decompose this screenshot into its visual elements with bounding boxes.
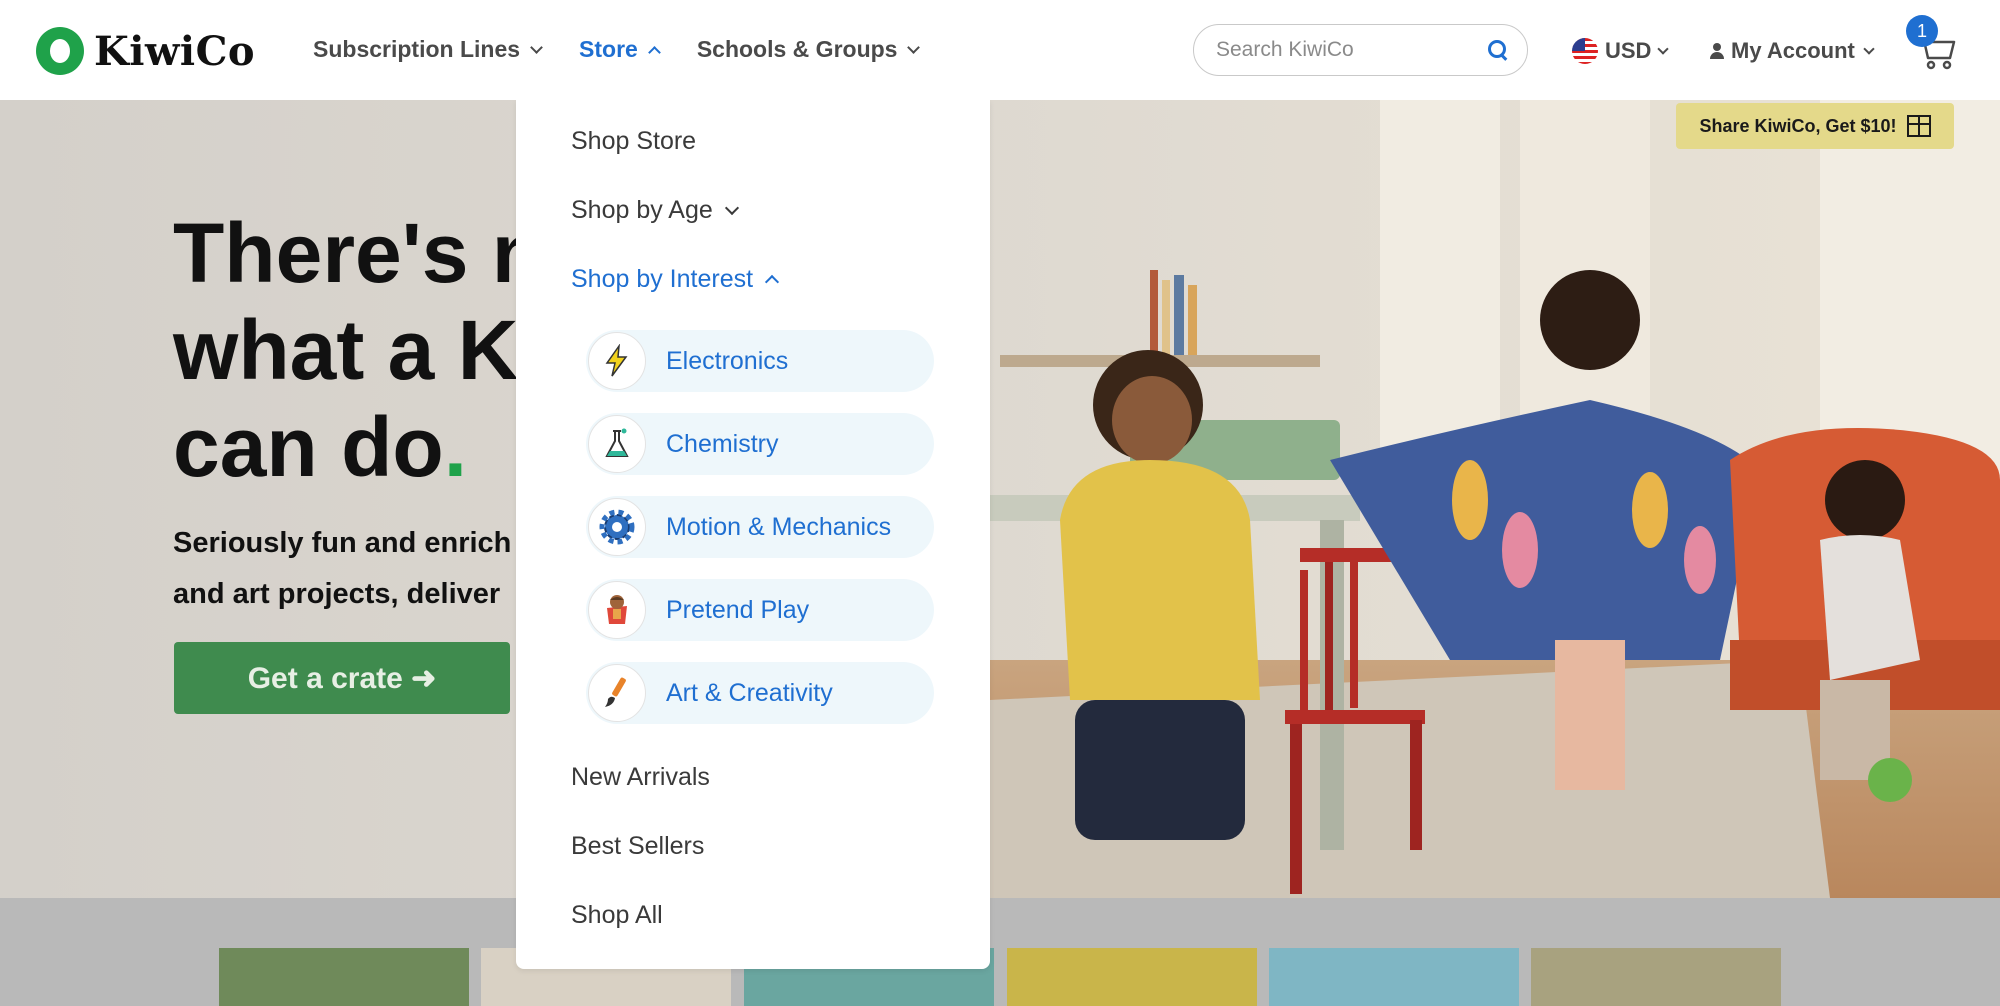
menu-item-label: New Arrivals <box>571 763 710 791</box>
category-tile[interactable] <box>219 948 469 1006</box>
gear-icon <box>588 498 646 556</box>
hero-subtitle-line: Seriously fun and enrich <box>173 527 512 559</box>
cart-count-badge: 1 <box>1906 15 1938 47</box>
hero-subtitle: Seriously fun and enrich and art project… <box>173 518 511 620</box>
menu-item-label: Shop by Age <box>571 196 713 224</box>
lightning-bolt-icon <box>588 332 646 390</box>
currency-selector[interactable]: USD <box>1572 38 1670 64</box>
nav-label: Store <box>579 36 638 62</box>
share-label: Share KiwiCo, Get $10! <box>1699 115 1897 136</box>
interest-chemistry[interactable]: Chemistry <box>586 413 934 475</box>
interest-label: Chemistry <box>666 429 779 458</box>
category-tile[interactable] <box>1007 948 1257 1006</box>
menu-item-best-sellers[interactable]: Best Sellers <box>571 832 704 861</box>
interest-motion-mechanics[interactable]: Motion & Mechanics <box>586 496 934 558</box>
menu-item-label: Shop All <box>571 901 663 929</box>
hero-subtitle-line: and art projects, deliver <box>173 578 501 610</box>
nav-label: Subscription Lines <box>313 36 521 62</box>
hero-heading-dot: . <box>443 400 468 494</box>
main-nav: Subscription Lines Store Schools & Group… <box>313 36 956 63</box>
nav-label: Schools & Groups <box>696 36 898 62</box>
interest-electronics[interactable]: Electronics <box>586 330 934 392</box>
category-tile[interactable] <box>1531 948 1781 1006</box>
menu-item-shop-by-age[interactable]: Shop by Age <box>571 196 739 225</box>
hero-section: There's no what a Ki can do. Seriously f… <box>0 100 2000 898</box>
menu-item-shop-all[interactable]: Shop All <box>571 901 663 930</box>
site-header: KiwiCo Subscription Lines Store Schools … <box>0 0 2000 100</box>
category-tiles-strip <box>0 898 2000 1006</box>
nav-store[interactable]: Store <box>579 36 661 63</box>
hero-heading-text: can do <box>173 400 444 494</box>
chevron-down-icon <box>1863 42 1875 55</box>
account-label: My Account <box>1731 38 1855 63</box>
chevron-down-icon <box>724 200 739 216</box>
interest-art-creativity[interactable]: Art & Creativity <box>586 662 934 724</box>
interest-label: Motion & Mechanics <box>666 512 892 541</box>
us-flag-icon <box>1572 38 1598 64</box>
paintbrush-icon <box>588 664 646 722</box>
category-tile[interactable] <box>1269 948 1519 1006</box>
interest-label: Art & Creativity <box>666 678 833 707</box>
menu-item-new-arrivals[interactable]: New Arrivals <box>571 763 710 792</box>
chevron-up-icon <box>764 274 780 290</box>
gift-icon <box>1906 115 1931 137</box>
menu-item-label: Shop Store <box>571 127 697 155</box>
chevron-up-icon <box>647 45 661 59</box>
my-account-menu[interactable]: My Account <box>1710 38 1875 64</box>
share-kiwico-banner[interactable]: Share KiwiCo, Get $10! <box>1676 103 1954 149</box>
superhero-kid-icon <box>588 581 646 639</box>
menu-item-label: Shop by Interest <box>571 265 754 293</box>
currency-label: USD <box>1605 38 1652 63</box>
chevron-down-icon <box>1657 42 1670 55</box>
get-a-crate-button[interactable]: Get a crate ➜ <box>174 642 510 714</box>
kiwi-logo-icon <box>36 27 84 75</box>
user-icon <box>1710 43 1724 59</box>
nav-schools-groups[interactable]: Schools & Groups <box>696 36 921 63</box>
chevron-down-icon <box>907 40 921 54</box>
nav-subscription-lines[interactable]: Subscription Lines <box>313 36 543 63</box>
interest-label: Pretend Play <box>666 595 810 624</box>
menu-item-shop-by-interest[interactable]: Shop by Interest <box>571 265 780 294</box>
interest-label: Electronics <box>666 346 789 375</box>
kiwico-logo[interactable]: KiwiCo <box>36 26 255 76</box>
menu-item-label: Best Sellers <box>571 832 705 860</box>
search-icon[interactable] <box>1487 39 1506 61</box>
chevron-down-icon <box>530 40 543 54</box>
interest-pretend-play[interactable]: Pretend Play <box>586 579 934 641</box>
search-box <box>1193 24 1528 76</box>
flask-icon <box>588 415 646 473</box>
store-dropdown-menu: Shop Store Shop by Age Shop by Interest … <box>516 100 990 969</box>
logo-text: KiwiCo <box>94 27 256 75</box>
menu-item-shop-store[interactable]: Shop Store <box>571 127 696 156</box>
search-input[interactable] <box>1216 38 1487 62</box>
